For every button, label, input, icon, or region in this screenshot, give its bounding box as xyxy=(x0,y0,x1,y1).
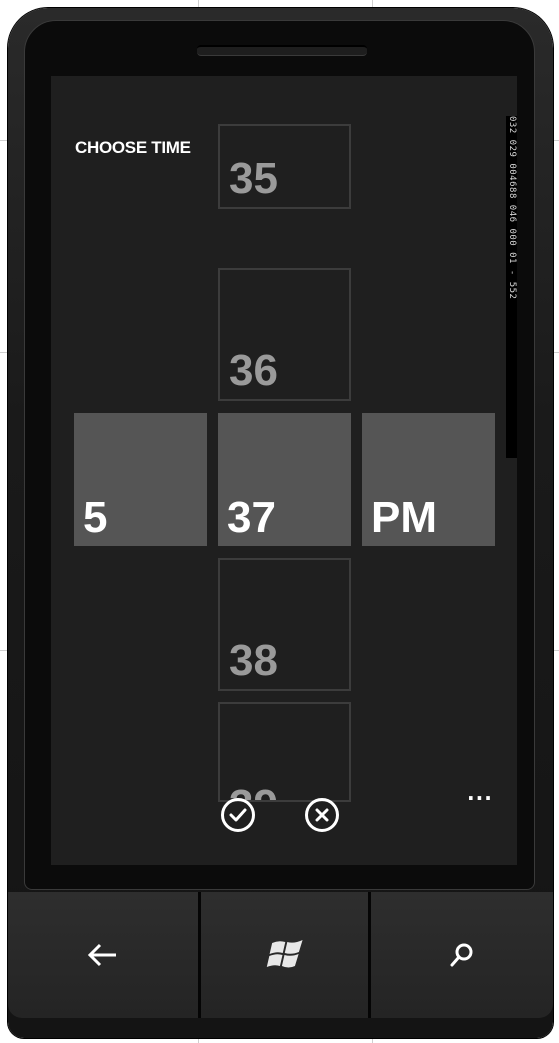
cancel-button[interactable] xyxy=(305,798,339,832)
frame-rate-counter: 032 029 004688 046 000 01 - 552 xyxy=(506,116,517,458)
minute-item[interactable]: 39 xyxy=(218,702,351,802)
minute-item[interactable]: 35 xyxy=(218,124,351,209)
minute-item-label: 35 xyxy=(229,154,278,203)
earpiece-speaker xyxy=(197,45,367,56)
frame-rate-counter-text: 032 029 004688 046 000 01 - 552 xyxy=(507,116,517,300)
windows-logo-icon xyxy=(266,940,303,968)
back-arrow-icon xyxy=(87,943,116,967)
page-title: CHOOSE TIME xyxy=(75,138,191,157)
hour-selected[interactable]: 5 xyxy=(74,413,207,546)
minute-selected[interactable]: 37 xyxy=(218,413,351,546)
phone-device: CHOOSE TIME 032 029 004688 046 000 01 - … xyxy=(8,8,553,1038)
minute-item[interactable]: 36 xyxy=(218,268,351,401)
minute-item[interactable]: 35 38 xyxy=(218,558,351,691)
minute-selected-label: 37 xyxy=(227,493,276,542)
minute-item-label: 36 xyxy=(229,346,278,395)
hardware-button-bar xyxy=(8,892,553,1038)
hour-selected-label: 5 xyxy=(83,493,108,542)
close-icon xyxy=(315,808,329,822)
check-icon xyxy=(229,808,247,822)
done-button[interactable] xyxy=(221,798,255,832)
minute-item-label: 38 xyxy=(229,636,278,685)
search-icon xyxy=(450,943,473,967)
phone-screen: CHOOSE TIME 032 029 004688 046 000 01 - … xyxy=(51,76,517,865)
back-button[interactable] xyxy=(8,892,198,1018)
search-button[interactable] xyxy=(371,892,553,1018)
ampm-selected[interactable]: PM xyxy=(362,413,495,546)
more-options-button[interactable]: ... xyxy=(467,783,493,803)
ampm-selected-label: PM xyxy=(371,493,437,542)
start-button[interactable] xyxy=(201,892,368,1018)
